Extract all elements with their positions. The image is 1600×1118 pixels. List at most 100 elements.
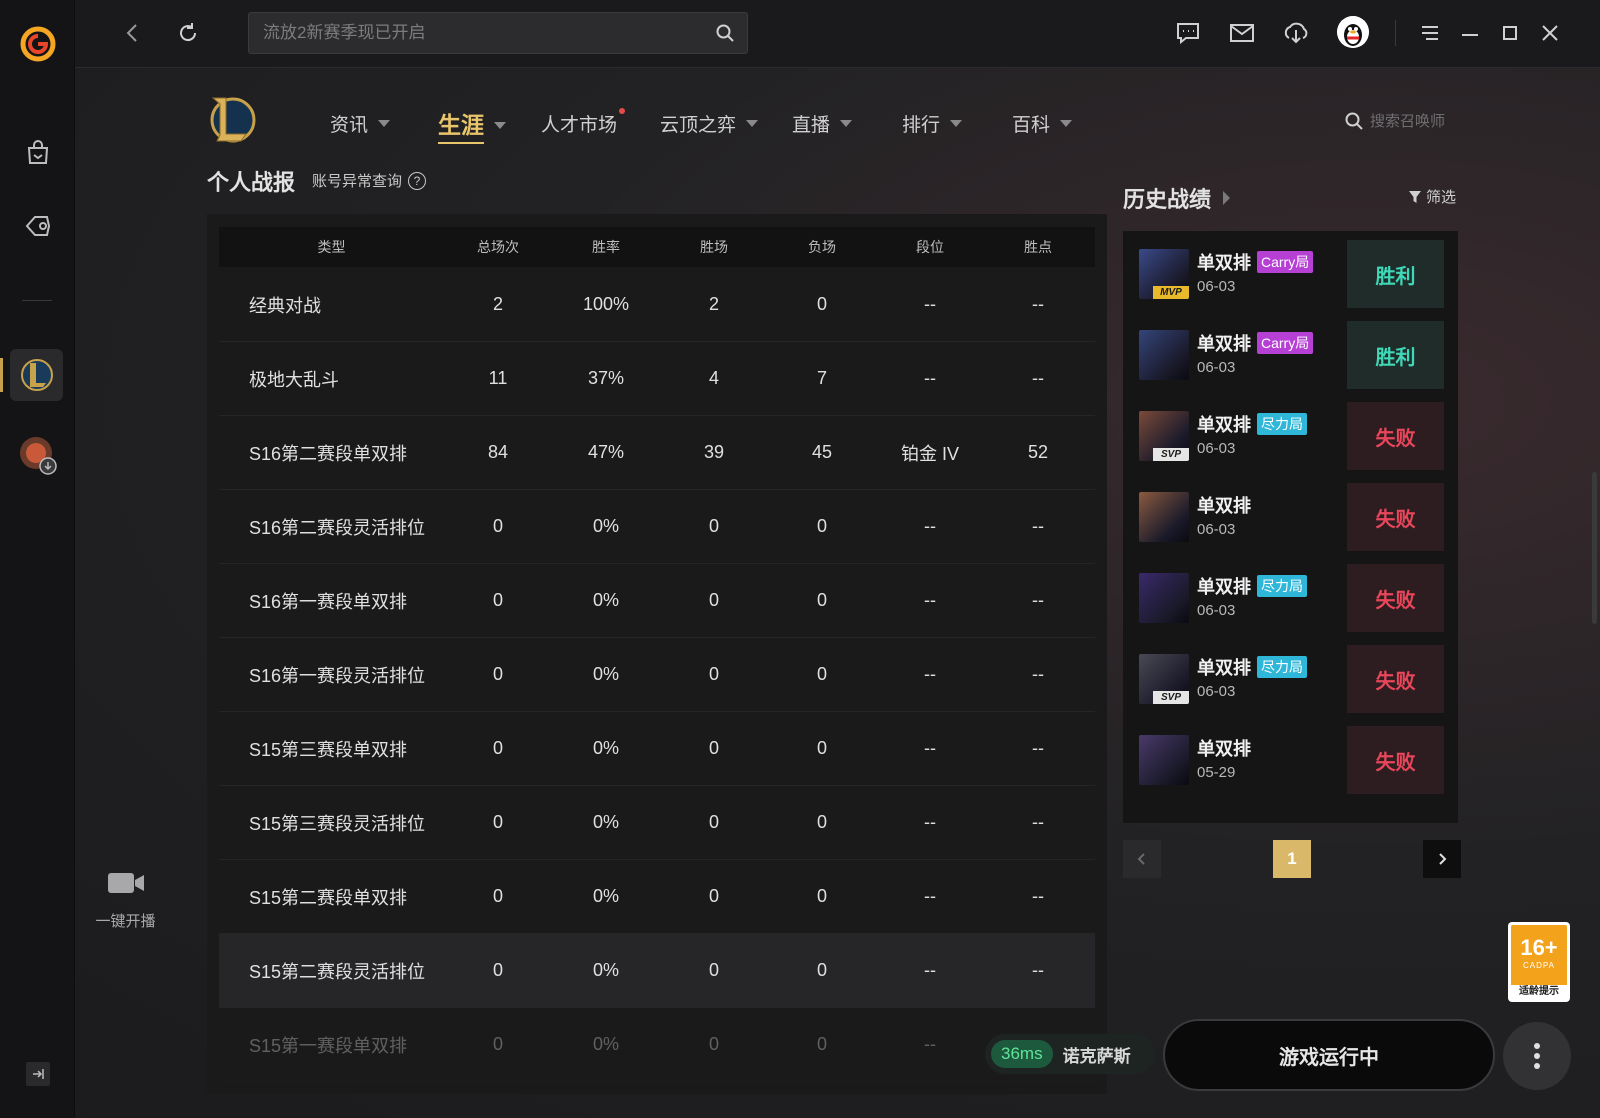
match-tag: Carry局 [1257, 251, 1314, 273]
table-row[interactable]: S15第三赛段单双排 0 0% 0 0 -- -- [219, 712, 1095, 786]
account-anomaly-link[interactable]: 账号异常查询 ? [312, 170, 427, 191]
champion-portrait [1139, 735, 1189, 785]
maximize-icon[interactable] [1495, 18, 1525, 48]
table-cell: 0 [708, 812, 719, 832]
table-cell: -- [1032, 960, 1044, 980]
table-row[interactable]: S16第一赛段灵活排位 0 0% 0 0 -- -- [219, 638, 1095, 712]
ping-value: 36ms [991, 1040, 1053, 1068]
match-history-item[interactable]: 单双排 06-03 失败 [1139, 481, 1444, 552]
match-history-item[interactable]: SVP 单双排 尽力局 06-03 失败 [1139, 400, 1444, 471]
league-of-legends-logo-icon[interactable] [205, 92, 257, 146]
summoner-search-placeholder[interactable]: 搜索召唤师 [1370, 110, 1445, 131]
svp-badge: SVP [1153, 448, 1189, 461]
menu-icon[interactable] [1415, 18, 1445, 48]
match-result: 失败 [1347, 483, 1444, 551]
filter-label[interactable]: 筛选 [1426, 186, 1456, 207]
table-cell: -- [924, 960, 936, 980]
table-cell: S16第一赛段单双排 [249, 591, 408, 612]
match-history-item[interactable]: MVP 单双排 Carry局 06-03 胜利 [1139, 238, 1444, 309]
table-cell: -- [1032, 516, 1044, 536]
table-cell: 0 [708, 590, 719, 610]
table-cell: 极地大乱斗 [249, 369, 339, 390]
download-manager-icon[interactable] [1281, 18, 1311, 48]
nav-wiki[interactable]: 百科 [1012, 110, 1073, 137]
table-cell: 7 [816, 368, 827, 388]
page-scrollbar[interactable] [1592, 472, 1597, 624]
nav-ranking[interactable]: 排行 [902, 110, 963, 137]
match-mode: 单双排 [1197, 492, 1251, 518]
user-avatar[interactable] [1337, 16, 1369, 48]
age-rating-org: CADPA [1523, 961, 1555, 970]
match-history-title[interactable]: 历史战绩 [1123, 182, 1231, 214]
table-row[interactable]: S16第一赛段单双排 0 0% 0 0 -- -- [219, 564, 1095, 638]
chevron-down-icon [1060, 120, 1073, 127]
close-icon[interactable] [1535, 18, 1565, 48]
global-search-box[interactable] [248, 12, 748, 54]
table-cell: S16第二赛段单双排 [249, 443, 408, 464]
game-running-button[interactable]: 游戏运行中 [1163, 1019, 1495, 1091]
table-row[interactable]: 经典对战 2 100% 2 0 -- -- [219, 268, 1095, 342]
more-options-button[interactable] [1503, 1022, 1571, 1090]
table-row[interactable]: S15第三赛段灵活排位 0 0% 0 0 -- -- [219, 786, 1095, 860]
table-cell: 0 [816, 1034, 827, 1054]
nav-talent-market[interactable]: 人才市场 [541, 108, 626, 137]
table-cell: 0 [816, 664, 827, 684]
penguin-avatar-icon [1337, 16, 1369, 48]
champion-portrait: SVP [1139, 411, 1189, 461]
match-tag: 尽力局 [1257, 656, 1307, 678]
match-history-item[interactable]: 单双排 05-29 失败 [1139, 724, 1444, 795]
table-row[interactable]: 极地大乱斗 11 37% 4 7 -- -- [219, 342, 1095, 416]
age-rating-badge[interactable]: 16+ CADPA 适龄提示 [1508, 922, 1570, 1002]
champion-portrait [1139, 492, 1189, 542]
match-date: 06-03 [1197, 278, 1236, 295]
table-cell: 0 [492, 1034, 503, 1054]
table-row[interactable]: S15第二赛段灵活排位 0 0% 0 0 -- -- [219, 934, 1095, 1008]
table-cell: 0 [492, 516, 503, 536]
chevron-right-icon [1223, 191, 1231, 205]
tag-coupon-icon[interactable] [22, 210, 54, 242]
nav-news[interactable]: 资讯 [330, 110, 391, 137]
server-ping-indicator[interactable]: 36ms 诺克萨斯 [985, 1034, 1155, 1074]
stream-label[interactable]: 一键开播 [88, 910, 163, 931]
mail-icon[interactable] [1227, 18, 1257, 48]
one-click-stream-button[interactable]: 一键开播 [88, 870, 163, 931]
table-row[interactable]: S15第一赛段单双排00%00---- [219, 1008, 1095, 1082]
match-tag: 尽力局 [1257, 413, 1307, 435]
chevron-right-icon [1439, 853, 1447, 865]
match-date: 06-03 [1197, 521, 1236, 538]
table-row[interactable]: S16第二赛段单双排 84 47% 39 45 铂金 IV 52 [219, 416, 1095, 490]
back-arrow-icon[interactable] [120, 20, 146, 46]
summoner-search[interactable]: 搜索召唤师 [1344, 110, 1445, 131]
table-row[interactable]: S15第二赛段单双排 0 0% 0 0 -- -- [219, 860, 1095, 934]
match-history-item[interactable]: 单双排 尽力局 06-03 失败 [1139, 562, 1444, 633]
filter-button[interactable]: 筛选 [1408, 186, 1456, 207]
nav-tft[interactable]: 云顶之弈 [660, 110, 759, 137]
page-next-button[interactable] [1423, 840, 1461, 878]
table-cell: 0% [592, 886, 619, 906]
global-search-input[interactable] [263, 13, 693, 53]
nav-live[interactable]: 直播 [792, 110, 853, 137]
refresh-icon[interactable] [175, 20, 201, 46]
game-download-icon[interactable] [16, 433, 60, 477]
page-number-button[interactable]: 1 [1273, 840, 1311, 878]
minimize-icon[interactable] [1455, 18, 1485, 48]
chat-message-icon[interactable] [1173, 18, 1203, 48]
store-bag-icon[interactable] [22, 136, 54, 168]
match-history-label[interactable]: 历史战绩 [1123, 182, 1211, 214]
page-prev-button[interactable] [1123, 840, 1161, 878]
account-anomaly-label[interactable]: 账号异常查询 [312, 170, 402, 191]
app-logo-icon[interactable] [19, 25, 57, 63]
lol-game-tab[interactable] [10, 349, 63, 401]
collapse-sidebar-icon[interactable] [26, 1062, 50, 1086]
match-date: 06-03 [1197, 440, 1236, 457]
table-cell: 45 [811, 442, 833, 462]
nav-career[interactable]: 生涯 [438, 106, 506, 144]
match-history-item[interactable]: SVP 单双排 尽力局 06-03 失败 [1139, 643, 1444, 714]
table-row[interactable]: S16第二赛段灵活排位 0 0% 0 0 -- -- [219, 490, 1095, 564]
match-history-item[interactable]: 单双排 Carry局 06-03 胜利 [1139, 319, 1444, 390]
topbar-divider [1395, 20, 1396, 46]
search-icon[interactable] [715, 23, 735, 43]
table-cell: 84 [487, 442, 509, 462]
chevron-down-icon [494, 121, 506, 129]
help-question-icon[interactable]: ? [408, 171, 427, 190]
